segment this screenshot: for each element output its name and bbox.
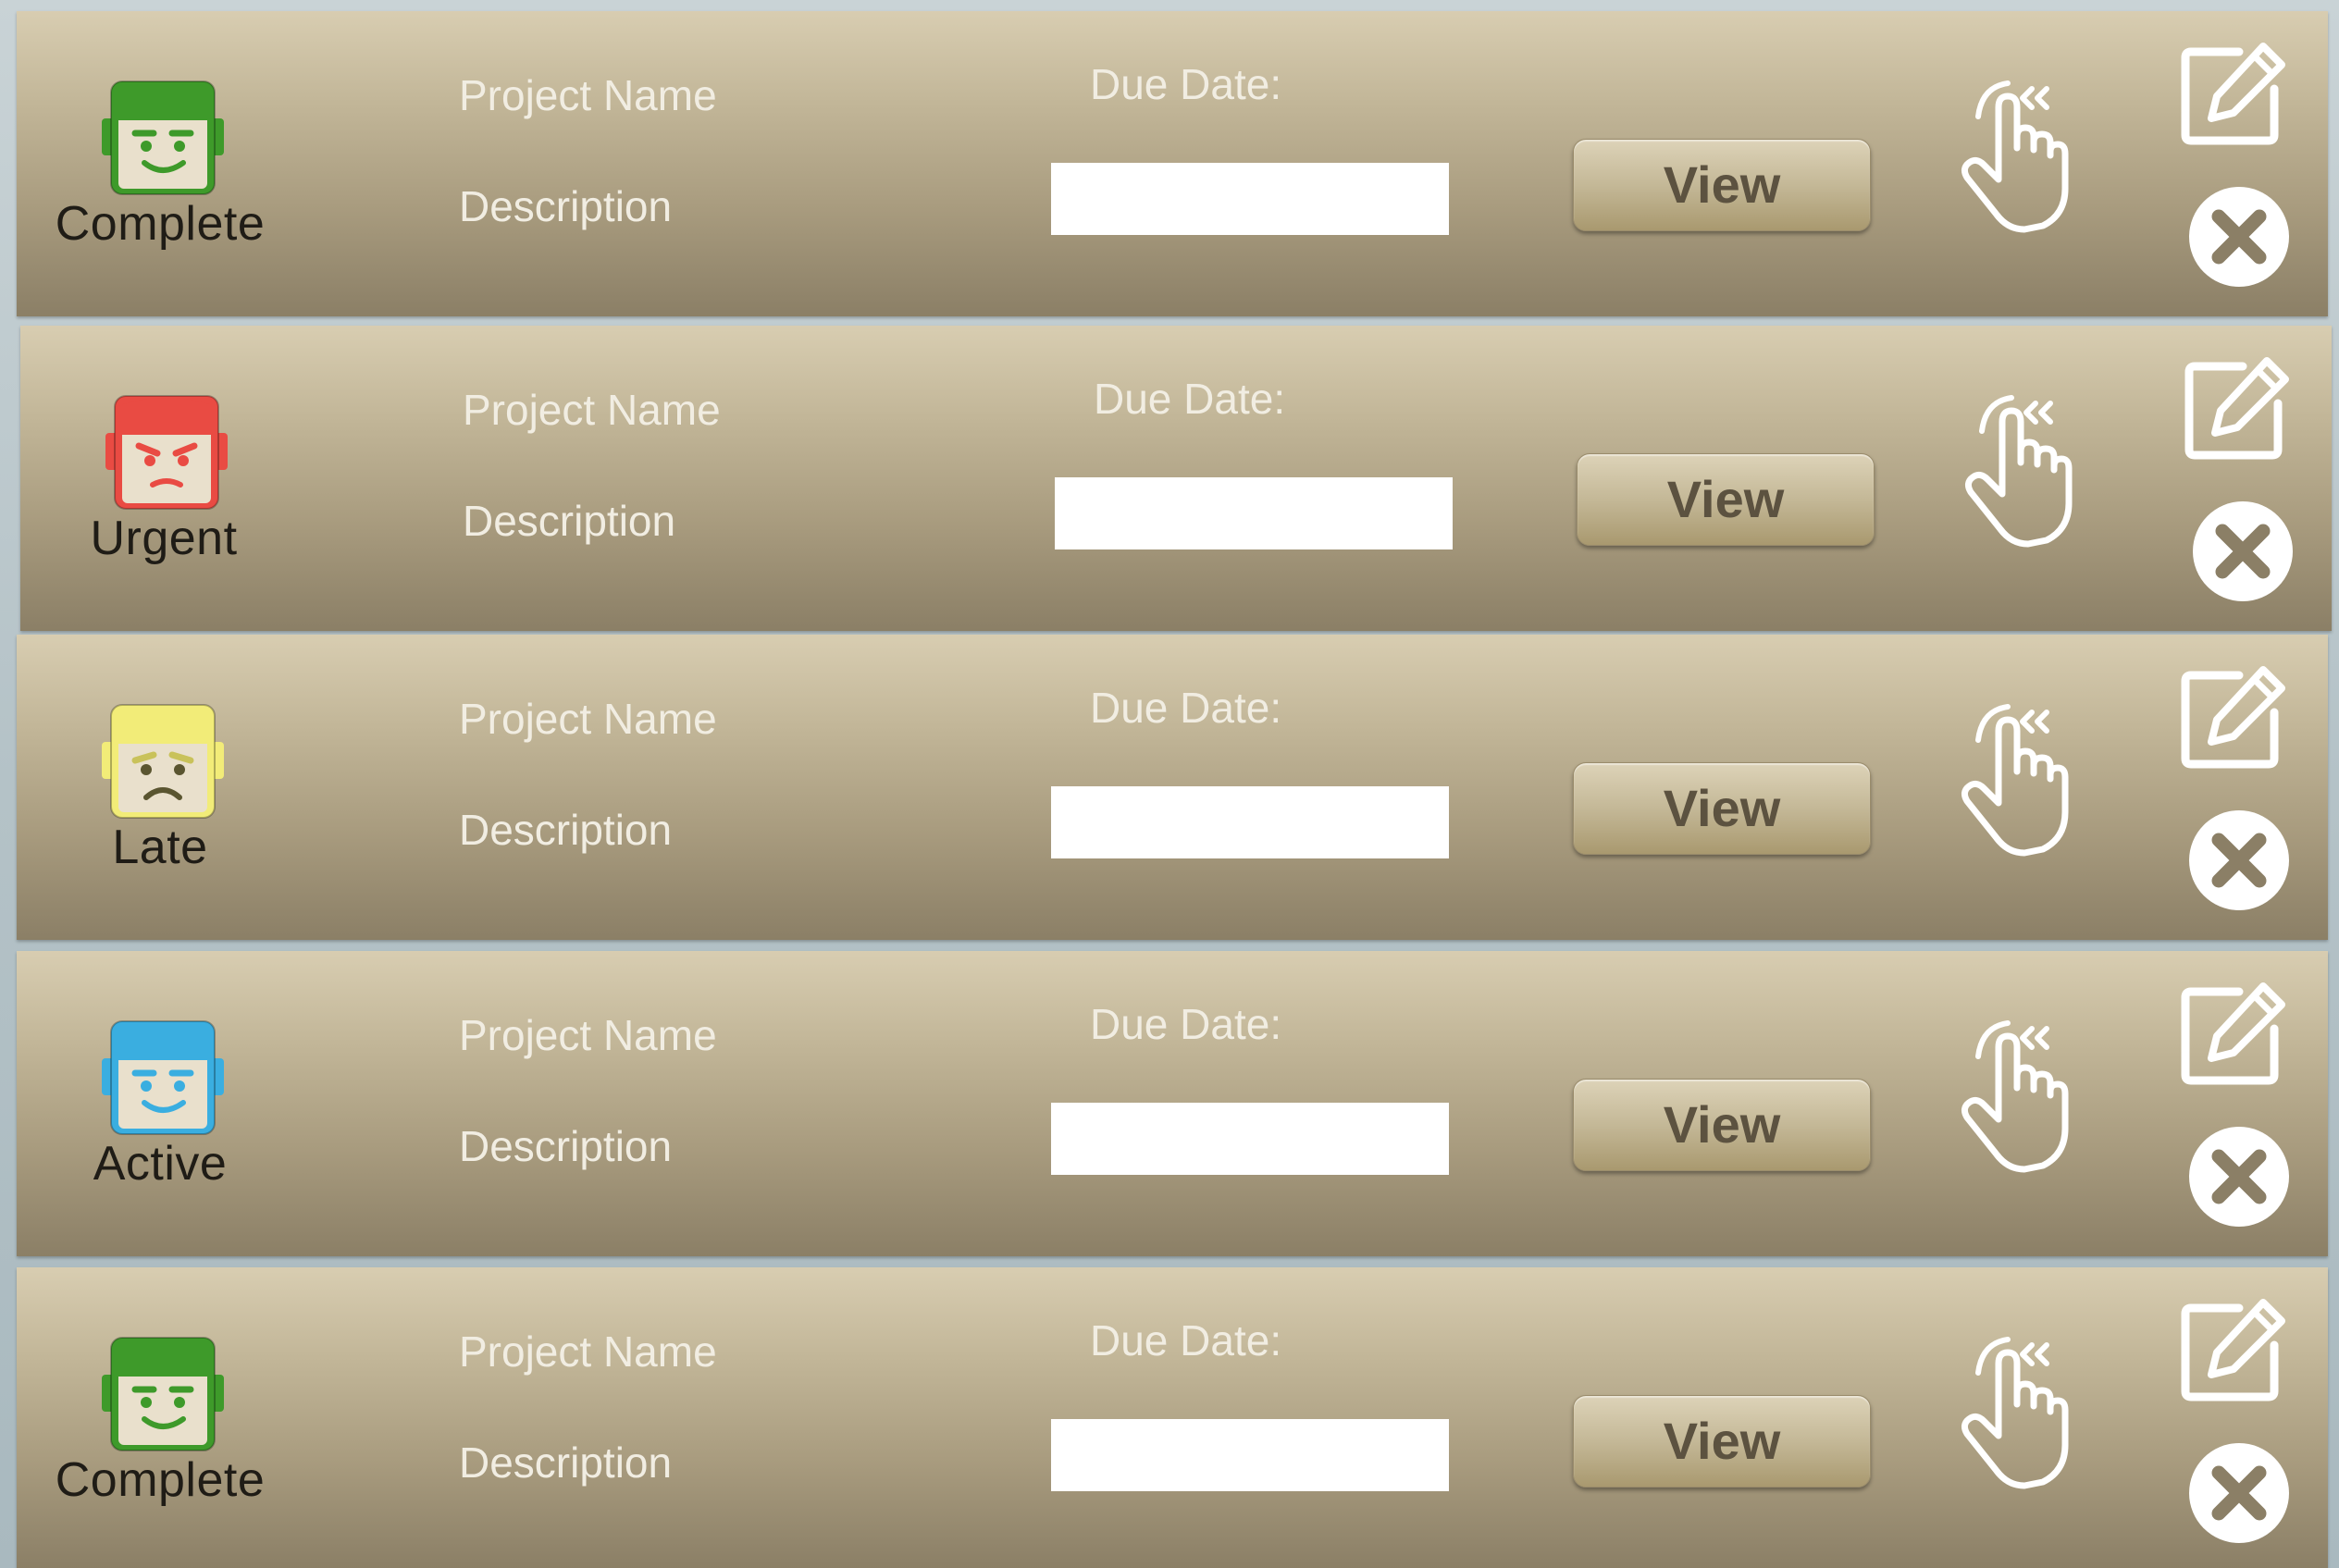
description-label: Description xyxy=(463,497,676,545)
status-face-icon xyxy=(98,78,228,198)
due-date-label: Due Date: xyxy=(1090,60,1282,108)
delete-icon[interactable] xyxy=(2185,1123,2293,1230)
description-label: Description xyxy=(459,182,673,230)
project-name-label: Project Name xyxy=(459,695,717,743)
status-label: Active xyxy=(93,1137,228,1191)
description-label: Description xyxy=(459,1122,673,1170)
view-button[interactable]: View xyxy=(1573,762,1871,855)
delete-icon[interactable] xyxy=(2185,1439,2293,1547)
project-name-label: Project Name xyxy=(463,386,721,434)
due-date-field[interactable] xyxy=(1051,786,1449,858)
edit-icon[interactable] xyxy=(2178,979,2289,1090)
project-row[interactable]: Active Project Name Description Due Date… xyxy=(17,951,2328,1256)
delete-icon[interactable] xyxy=(2189,498,2296,605)
status-face-icon xyxy=(102,392,231,512)
tap-gesture-icon[interactable] xyxy=(1950,1016,2071,1173)
description-label: Description xyxy=(459,806,673,854)
project-list: Complete Project Name Description Due Da… xyxy=(0,0,2339,1568)
due-date-field[interactable] xyxy=(1051,1419,1449,1491)
due-date-field[interactable] xyxy=(1055,477,1453,549)
project-row[interactable]: Complete Project Name Description Due Da… xyxy=(17,11,2328,316)
tap-gesture-icon[interactable] xyxy=(1950,76,2071,233)
status-label: Complete xyxy=(55,1453,266,1507)
project-row[interactable]: Late Project Name Description Due Date: … xyxy=(17,635,2328,940)
tap-gesture-icon[interactable] xyxy=(1950,1332,2071,1489)
due-date-field[interactable] xyxy=(1051,163,1449,235)
edit-icon[interactable] xyxy=(2178,1295,2289,1406)
edit-icon[interactable] xyxy=(2182,353,2293,464)
project-name-label: Project Name xyxy=(459,1327,717,1376)
status-face-icon xyxy=(98,701,228,821)
status-label: Urgent xyxy=(90,512,238,565)
view-button[interactable]: View xyxy=(1573,1079,1871,1171)
view-button[interactable]: View xyxy=(1573,1395,1871,1488)
status-label: Complete xyxy=(55,197,266,251)
project-name-label: Project Name xyxy=(459,1011,717,1059)
view-button[interactable]: View xyxy=(1577,453,1875,546)
edit-icon[interactable] xyxy=(2178,39,2289,150)
delete-icon[interactable] xyxy=(2185,807,2293,914)
project-row[interactable]: Complete Project Name Description Due Da… xyxy=(17,1267,2328,1568)
due-date-label: Due Date: xyxy=(1090,1000,1282,1048)
project-row[interactable]: Urgent Project Name Description Due Date… xyxy=(20,326,2332,631)
view-button[interactable]: View xyxy=(1573,139,1871,231)
status-face-icon xyxy=(98,1334,228,1454)
due-date-label: Due Date: xyxy=(1090,684,1282,732)
delete-icon[interactable] xyxy=(2185,183,2293,290)
tap-gesture-icon[interactable] xyxy=(1950,699,2071,857)
due-date-field[interactable] xyxy=(1051,1103,1449,1175)
due-date-label: Due Date: xyxy=(1090,1316,1282,1364)
status-label: Late xyxy=(112,821,208,874)
project-name-label: Project Name xyxy=(459,71,717,119)
status-face-icon xyxy=(98,1018,228,1138)
due-date-label: Due Date: xyxy=(1094,375,1286,423)
edit-icon[interactable] xyxy=(2178,662,2289,773)
description-label: Description xyxy=(459,1438,673,1487)
tap-gesture-icon[interactable] xyxy=(1954,390,2074,548)
